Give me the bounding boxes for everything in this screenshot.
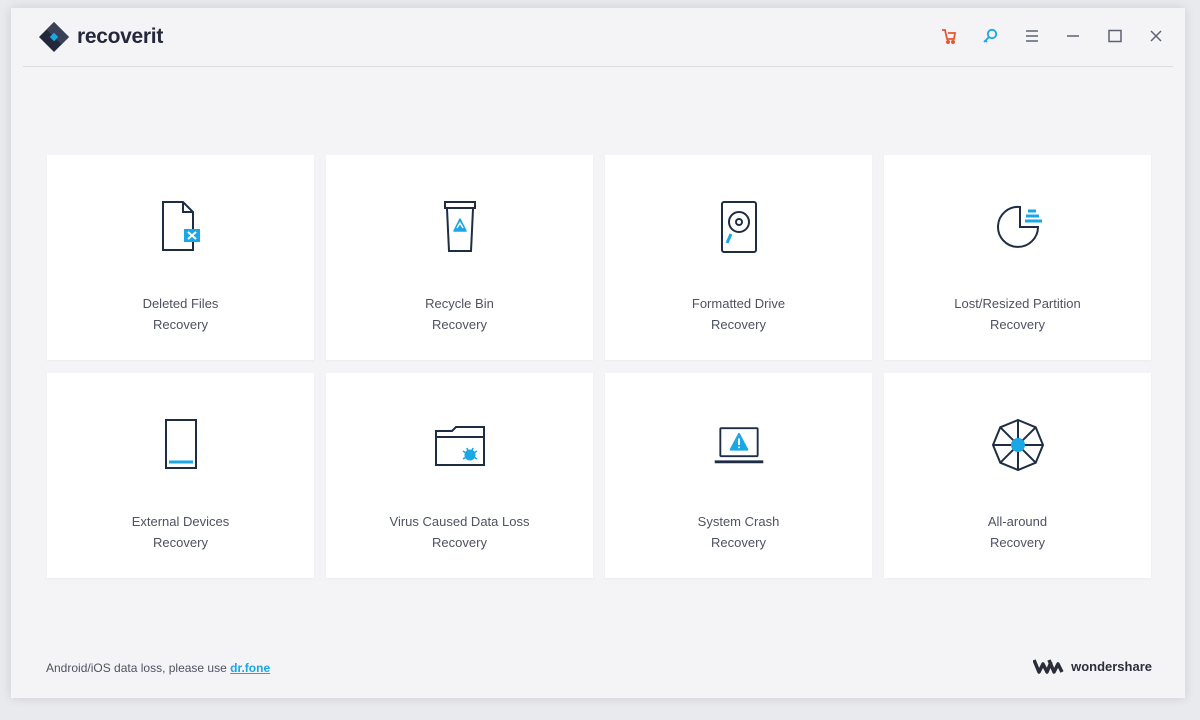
app-window: recoverit Deleted Files Recovery Recycle…: [11, 8, 1185, 698]
menu-icon: [1025, 30, 1038, 42]
key-icon: [983, 28, 998, 43]
card-subtitle: Recovery: [432, 317, 487, 332]
all-around-icon: [990, 415, 1046, 475]
cart-icon: [941, 29, 956, 44]
wondershare-logo-icon: [1033, 659, 1064, 674]
window-controls: [918, 25, 1167, 47]
card-label: Recycle Bin Recovery: [326, 293, 593, 335]
recycle-bin-recovery-card[interactable]: Recycle Bin Recovery: [326, 155, 593, 360]
card-title: All-around: [987, 514, 1048, 529]
card-subtitle: Recovery: [153, 317, 208, 332]
system-crash-recovery-card[interactable]: System Crash Recovery: [605, 373, 872, 578]
card-title: Recycle Bin: [425, 296, 494, 311]
card-title: Lost/Resized Partition: [954, 296, 1081, 311]
cart-button[interactable]: [938, 25, 960, 47]
partition-icon: [990, 197, 1046, 257]
menu-button[interactable]: [1021, 25, 1043, 47]
card-subtitle: Recovery: [711, 535, 766, 550]
card-label: Formatted Drive Recovery: [605, 293, 872, 335]
app-name: recoverit: [77, 25, 164, 48]
close-button[interactable]: [1145, 25, 1167, 47]
external-device-icon: [153, 415, 209, 475]
close-icon: [1150, 30, 1162, 42]
card-label: External Devices Recovery: [47, 511, 314, 553]
recovery-mode-grid: Deleted Files Recovery Recycle Bin Recov…: [47, 155, 1151, 578]
lost-resized-partition-recovery-card[interactable]: Lost/Resized Partition Recovery: [884, 155, 1151, 360]
recoverit-logo-icon: [39, 22, 69, 52]
card-label: Virus Caused Data Loss Recovery: [326, 511, 593, 553]
hint-text: Android/iOS data loss, please use: [46, 661, 227, 675]
minimize-icon: [1067, 35, 1079, 37]
hard-drive-icon: [711, 197, 767, 257]
deleted-files-recovery-card[interactable]: Deleted Files Recovery: [47, 155, 314, 360]
card-label: Lost/Resized Partition Recovery: [884, 293, 1151, 335]
card-label: System Crash Recovery: [605, 511, 872, 553]
register-key-button[interactable]: [979, 25, 1001, 47]
maximize-button[interactable]: [1104, 25, 1126, 47]
virus-folder-icon: [432, 415, 488, 475]
card-title: Deleted Files: [142, 296, 219, 311]
virus-caused-data-loss-recovery-card[interactable]: Virus Caused Data Loss Recovery: [326, 373, 593, 578]
deleted-file-icon: [153, 197, 209, 257]
card-label: Deleted Files Recovery: [47, 293, 314, 335]
external-devices-recovery-card[interactable]: External Devices Recovery: [47, 373, 314, 578]
recycle-bin-icon: [432, 197, 488, 257]
mobile-recovery-hint: Android/iOS data loss, please use dr.fon…: [46, 661, 270, 675]
card-subtitle: Recovery: [153, 535, 208, 550]
card-subtitle: Recovery: [711, 317, 766, 332]
card-subtitle: Recovery: [990, 535, 1045, 550]
maximize-icon: [1107, 29, 1122, 43]
formatted-drive-recovery-card[interactable]: Formatted Drive Recovery: [605, 155, 872, 360]
title-bar: recoverit: [23, 8, 1173, 67]
minimize-button[interactable]: [1062, 25, 1084, 47]
app-logo: recoverit: [37, 20, 163, 54]
card-subtitle: Recovery: [432, 535, 487, 550]
card-label: All-around Recovery: [884, 511, 1151, 553]
card-title: External Devices: [131, 514, 230, 529]
all-around-recovery-card[interactable]: All-around Recovery: [884, 373, 1151, 578]
wondershare-brand: wondershare: [1033, 658, 1152, 674]
card-subtitle: Recovery: [990, 317, 1045, 332]
brand-name: wondershare: [1071, 658, 1152, 674]
drfone-link[interactable]: dr.fone: [230, 661, 270, 675]
card-title: System Crash: [697, 514, 780, 529]
laptop-warning-icon: [711, 415, 767, 475]
card-title: Virus Caused Data Loss: [389, 514, 530, 529]
card-title: Formatted Drive: [691, 296, 786, 311]
